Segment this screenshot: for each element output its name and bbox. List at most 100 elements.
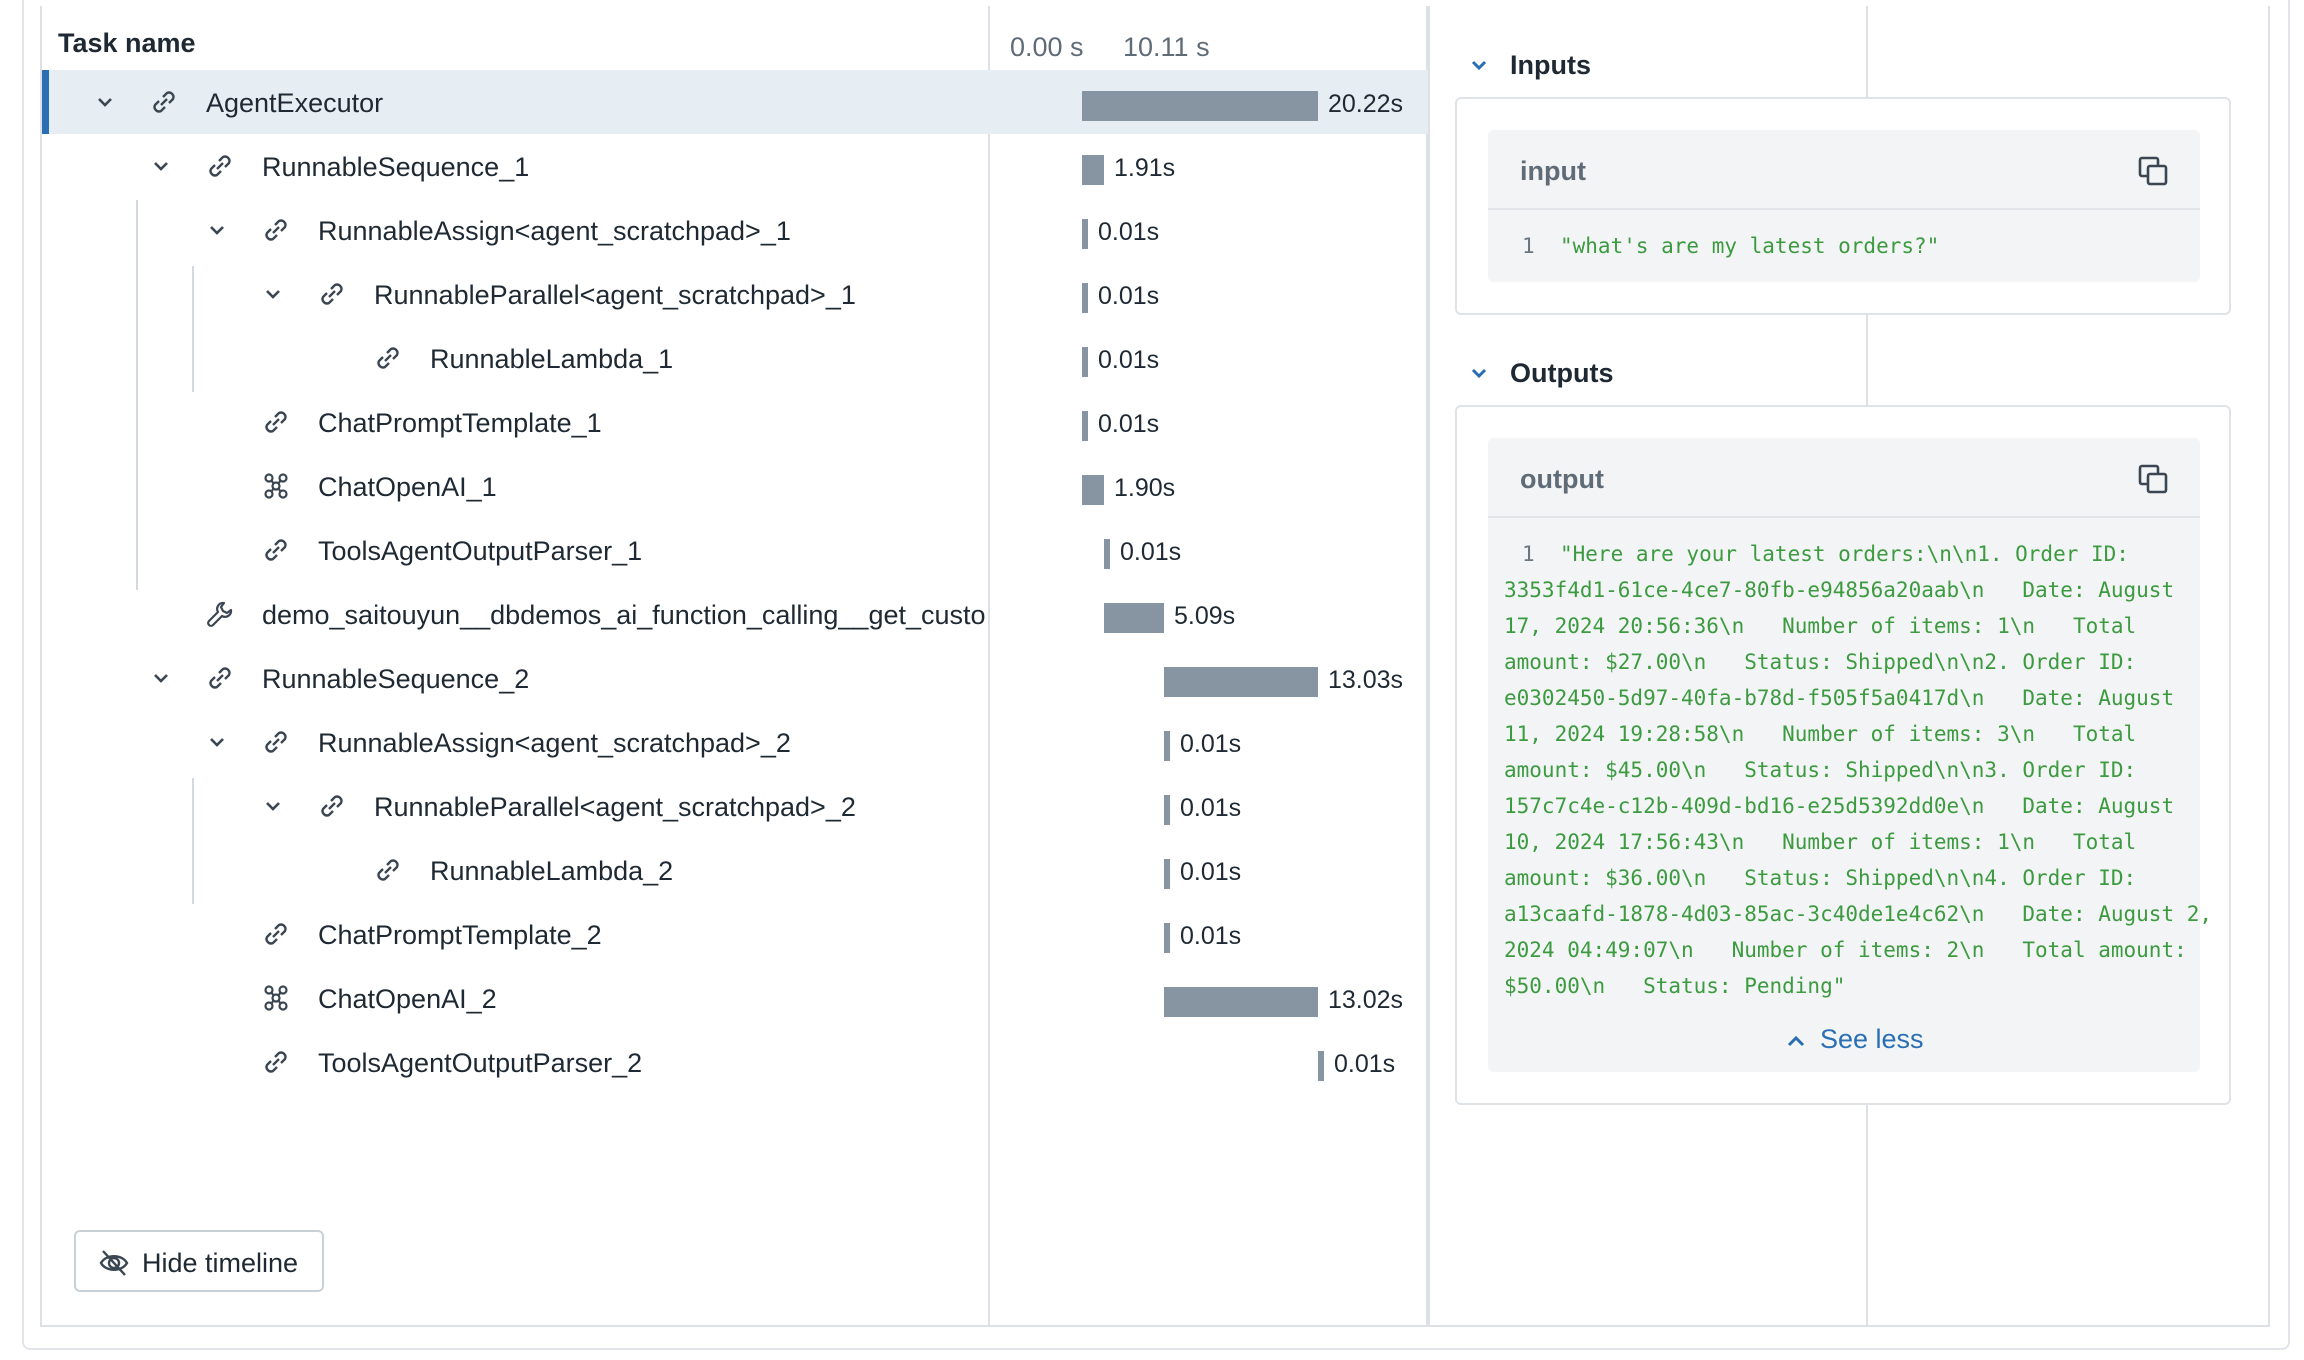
input-code-header: input <box>1488 130 2200 210</box>
copy-icon[interactable] <box>2138 464 2168 494</box>
task-row[interactable]: RunnableParallel<agent_scratchpad>_2 0.01… <box>42 774 1428 838</box>
table-header: Task name 0.00 s 10.11 s <box>42 8 1428 72</box>
duration-bar <box>1082 475 1104 505</box>
duration-label: 0.01s <box>1180 922 1242 950</box>
task-row[interactable]: RunnableParallel<agent_scratchpad>_1 0.01… <box>42 262 1428 326</box>
task-row[interactable]: RunnableLambda_1 0.01s <box>42 326 1428 390</box>
task-row[interactable]: ChatOpenAI_1 1.90s <box>42 454 1428 518</box>
duration-label: 0.01s <box>1098 410 1160 438</box>
output-code-line: $50.00\n Status: Pending" <box>1504 974 1846 998</box>
task-label: RunnableLambda_1 <box>430 344 674 374</box>
chevron-down-icon[interactable] <box>148 665 174 691</box>
link-icon <box>209 667 231 689</box>
task-row[interactable]: RunnableAssign<agent_scratchpad>_1 0.01s <box>42 198 1428 262</box>
task-row[interactable]: ToolsAgentOutputParser_1 0.01s <box>42 518 1428 582</box>
task-row[interactable]: ToolsAgentOutputParser_2 0.01s <box>42 1030 1428 1094</box>
chevron-down-icon[interactable] <box>204 217 230 243</box>
duration-label: 0.01s <box>1180 858 1242 886</box>
link-icon <box>209 155 231 177</box>
duration-bar <box>1164 923 1170 953</box>
chevron-down-icon[interactable] <box>204 729 230 755</box>
input-code-box: input 1 "what's are my latest orders?" <box>1488 130 2200 282</box>
task-label: ChatOpenAI_2 <box>318 984 497 1014</box>
duration-bar <box>1164 667 1318 697</box>
output-code-line: 2024 04:49:07\n Number of items: 2\n Tot… <box>1504 938 2187 962</box>
timeline-mid-label: 10.11 s <box>1123 32 1210 62</box>
task-label: RunnableAssign<agent_scratchpad>_1 <box>318 216 791 246</box>
timeline-start-label: 0.00 s <box>1010 32 1084 62</box>
link-icon <box>321 283 343 305</box>
see-less-link[interactable]: See less <box>1820 1024 1924 1055</box>
selected-indicator <box>42 70 49 134</box>
task-row[interactable]: ChatPromptTemplate_1 0.01s <box>42 390 1428 454</box>
input-line-number: 1 <box>1522 234 1535 258</box>
duration-label: 0.01s <box>1098 218 1160 246</box>
output-code-line: e0302450-5d97-40fa-b78d-f505f5a0417d\n D… <box>1504 686 2175 710</box>
outputs-chevron-icon[interactable] <box>1466 360 1492 386</box>
model-icon <box>264 985 288 1011</box>
inputs-title: Inputs <box>1510 50 1591 80</box>
tree-guide-line <box>136 200 138 590</box>
output-code-title: output <box>1520 464 1604 494</box>
link-icon <box>265 1051 287 1073</box>
task-label: RunnableSequence_2 <box>262 664 530 694</box>
duration-bar <box>1082 411 1088 441</box>
duration-bar <box>1082 219 1088 249</box>
output-code-line: amount: $36.00\n Status: Shipped\n\n4. O… <box>1504 866 2137 890</box>
duration-bar <box>1082 283 1088 313</box>
duration-bar <box>1104 539 1110 569</box>
hide-timeline-button[interactable]: Hide timeline <box>74 1230 324 1292</box>
task-label: RunnableAssign<agent_scratchpad>_2 <box>318 728 791 758</box>
duration-label: 1.90s <box>1114 474 1176 502</box>
duration-bar <box>1164 859 1170 889</box>
output-code-line: "Here are your latest orders:\n\n1. Orde… <box>1560 542 2129 566</box>
duration-bar <box>1164 987 1318 1017</box>
duration-label: 0.01s <box>1098 282 1160 310</box>
chevron-down-icon[interactable] <box>260 281 286 307</box>
task-row[interactable]: RunnableLambda_2 0.01s <box>42 838 1428 902</box>
link-icon <box>265 539 287 561</box>
details-divider <box>1428 6 1430 1327</box>
eye-off-icon <box>99 1250 129 1276</box>
duration-label: 13.02s <box>1328 986 1404 1014</box>
duration-bar <box>1104 603 1164 633</box>
duration-label: 5.09s <box>1174 602 1236 630</box>
tree-guide-line <box>192 778 194 904</box>
duration-bar <box>1318 1051 1324 1081</box>
duration-label: 0.01s <box>1334 1050 1396 1078</box>
link-icon <box>321 795 343 817</box>
duration-label: 20.22s <box>1328 90 1404 118</box>
task-row[interactable]: RunnableAssign<agent_scratchpad>_2 0.01s <box>42 710 1428 774</box>
chevron-down-icon[interactable] <box>92 89 118 115</box>
wrench-icon <box>207 601 233 627</box>
task-row[interactable]: demo_saitouyun__dbdemos_ai_function_call… <box>42 582 1428 646</box>
task-label: ToolsAgentOutputParser_1 <box>318 536 643 566</box>
link-icon <box>153 91 175 113</box>
output-code-line: 3353f4d1-61ce-4ce7-80fb-e94856a20aab\n D… <box>1504 578 2175 602</box>
hide-timeline-label: Hide timeline <box>142 1248 299 1278</box>
inputs-chevron-icon[interactable] <box>1466 52 1492 78</box>
chevron-down-icon[interactable] <box>260 793 286 819</box>
model-icon <box>264 473 288 499</box>
output-code-line: 10, 2024 17:56:43\n Number of items: 1\n… <box>1504 830 2137 854</box>
task-label: ChatOpenAI_1 <box>318 472 497 502</box>
link-icon <box>265 923 287 945</box>
task-label: demo_saitouyun__dbdemos_ai_function_call… <box>262 600 986 630</box>
task-row[interactable]: AgentExecutor 20.22s <box>42 70 1428 134</box>
task-row[interactable]: RunnableSequence_1 1.91s <box>42 134 1428 198</box>
chevron-up-icon <box>1787 1035 1805 1047</box>
output-code-line: 157c7c4e-c12b-409d-bd16-e25d5392dd0e\n D… <box>1504 794 2175 818</box>
output-code-header: output <box>1488 438 2200 518</box>
task-name-header: Task name <box>58 28 196 58</box>
task-label: RunnableSequence_1 <box>262 152 530 182</box>
link-icon <box>265 731 287 753</box>
duration-bar <box>1164 795 1170 825</box>
duration-label: 0.01s <box>1180 794 1242 822</box>
task-label: RunnableParallel<agent_scratchpad>_1 <box>374 280 856 310</box>
task-row[interactable]: RunnableSequence_2 13.03s <box>42 646 1428 710</box>
task-row[interactable]: ChatOpenAI_2 13.02s <box>42 966 1428 1030</box>
chevron-down-icon[interactable] <box>148 153 174 179</box>
copy-icon[interactable] <box>2138 156 2168 186</box>
output-code-box: output 1 "Here are your latest orders:\n… <box>1488 438 2212 1072</box>
task-row[interactable]: ChatPromptTemplate_2 0.01s <box>42 902 1428 966</box>
